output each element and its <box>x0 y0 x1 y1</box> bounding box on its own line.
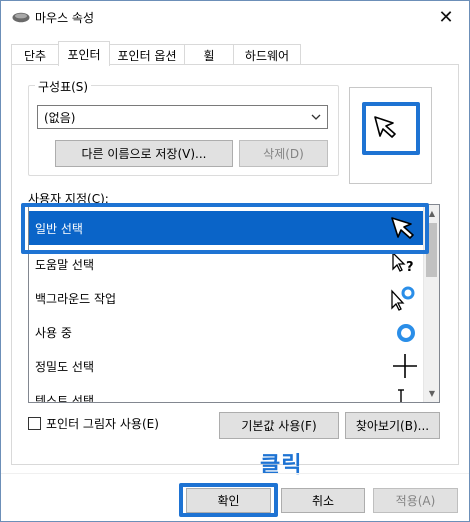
save-as-button[interactable]: 다른 이름으로 저장(V)... <box>55 140 233 167</box>
list-item[interactable]: 정밀도 선택 <box>29 349 425 383</box>
scroll-down-icon[interactable]: ▼ <box>424 385 439 402</box>
scheme-dropdown[interactable]: (없음) <box>37 105 328 129</box>
list-item[interactable]: 도움말 선택 ? <box>29 247 425 281</box>
scheme-label: 구성표(S) <box>35 78 92 95</box>
footer-divider <box>1 473 469 474</box>
use-default-button[interactable]: 기본값 사용(F) <box>219 412 339 439</box>
scroll-thumb[interactable] <box>426 223 437 277</box>
tab-buttons[interactable]: 단추 <box>11 44 59 65</box>
list-item[interactable]: 백그라운드 작업 <box>29 281 425 315</box>
title-bar[interactable]: 마우스 속성 ✕ <box>1 1 469 33</box>
cursor-list[interactable]: 일반 선택 도움말 선택 ? 백그라운드 작업 사용 중 정밀도 선택 텍스트 … <box>28 204 440 403</box>
tab-strip: 단추 포인터 포인터 옵션 휠 하드웨어 <box>11 41 459 66</box>
pointer-shadow-option[interactable]: 포인터 그림자 사용(E) <box>28 415 159 431</box>
window-title: 마우스 속성 <box>35 11 95 25</box>
mouse-icon <box>12 12 30 23</box>
help-cursor-icon: ? <box>392 251 414 275</box>
tab-wheel[interactable]: 휠 <box>184 44 234 65</box>
delete-button[interactable]: 삭제(D) <box>239 140 328 167</box>
cancel-button[interactable]: 취소 <box>281 488 365 513</box>
browse-button[interactable]: 찾아보기(B)... <box>345 412 440 439</box>
pointer-shadow-label: 포인터 그림자 사용(E) <box>46 416 159 431</box>
arrow-cursor-icon <box>374 116 396 138</box>
scheme-selected-value: (없음) <box>44 110 76 125</box>
list-item[interactable]: 일반 선택 <box>29 211 425 245</box>
arrow-cursor-icon <box>391 217 414 239</box>
scroll-up-icon[interactable]: ▲ <box>424 205 439 222</box>
busy-cursor-icon <box>397 324 415 342</box>
chevron-down-icon <box>311 114 321 120</box>
mouse-properties-window: 마우스 속성 ✕ 단추 포인터 포인터 옵션 휠 하드웨어 구성표(S) (없음… <box>0 0 470 522</box>
tab-pointer-options[interactable]: 포인터 옵션 <box>109 44 185 65</box>
close-button[interactable]: ✕ <box>423 1 469 33</box>
click-annotation: 클릭 <box>260 453 303 478</box>
apply-button[interactable]: 적용(A) <box>373 488 458 513</box>
close-icon: ✕ <box>438 6 454 28</box>
pointer-shadow-checkbox[interactable] <box>28 416 41 430</box>
working-in-background-cursor-icon <box>391 286 415 311</box>
tab-pointers[interactable]: 포인터 <box>58 41 110 66</box>
precision-cursor-icon <box>393 354 417 378</box>
text-cursor-icon <box>398 389 404 402</box>
list-item[interactable]: 텍스트 선택 <box>29 383 425 402</box>
list-item[interactable]: 사용 중 <box>29 315 425 349</box>
tab-hardware[interactable]: 하드웨어 <box>233 44 301 65</box>
ok-button[interactable]: 확인 <box>186 488 271 513</box>
list-scrollbar[interactable]: ▲ ▼ <box>423 205 439 402</box>
svg-text:?: ? <box>406 260 414 275</box>
